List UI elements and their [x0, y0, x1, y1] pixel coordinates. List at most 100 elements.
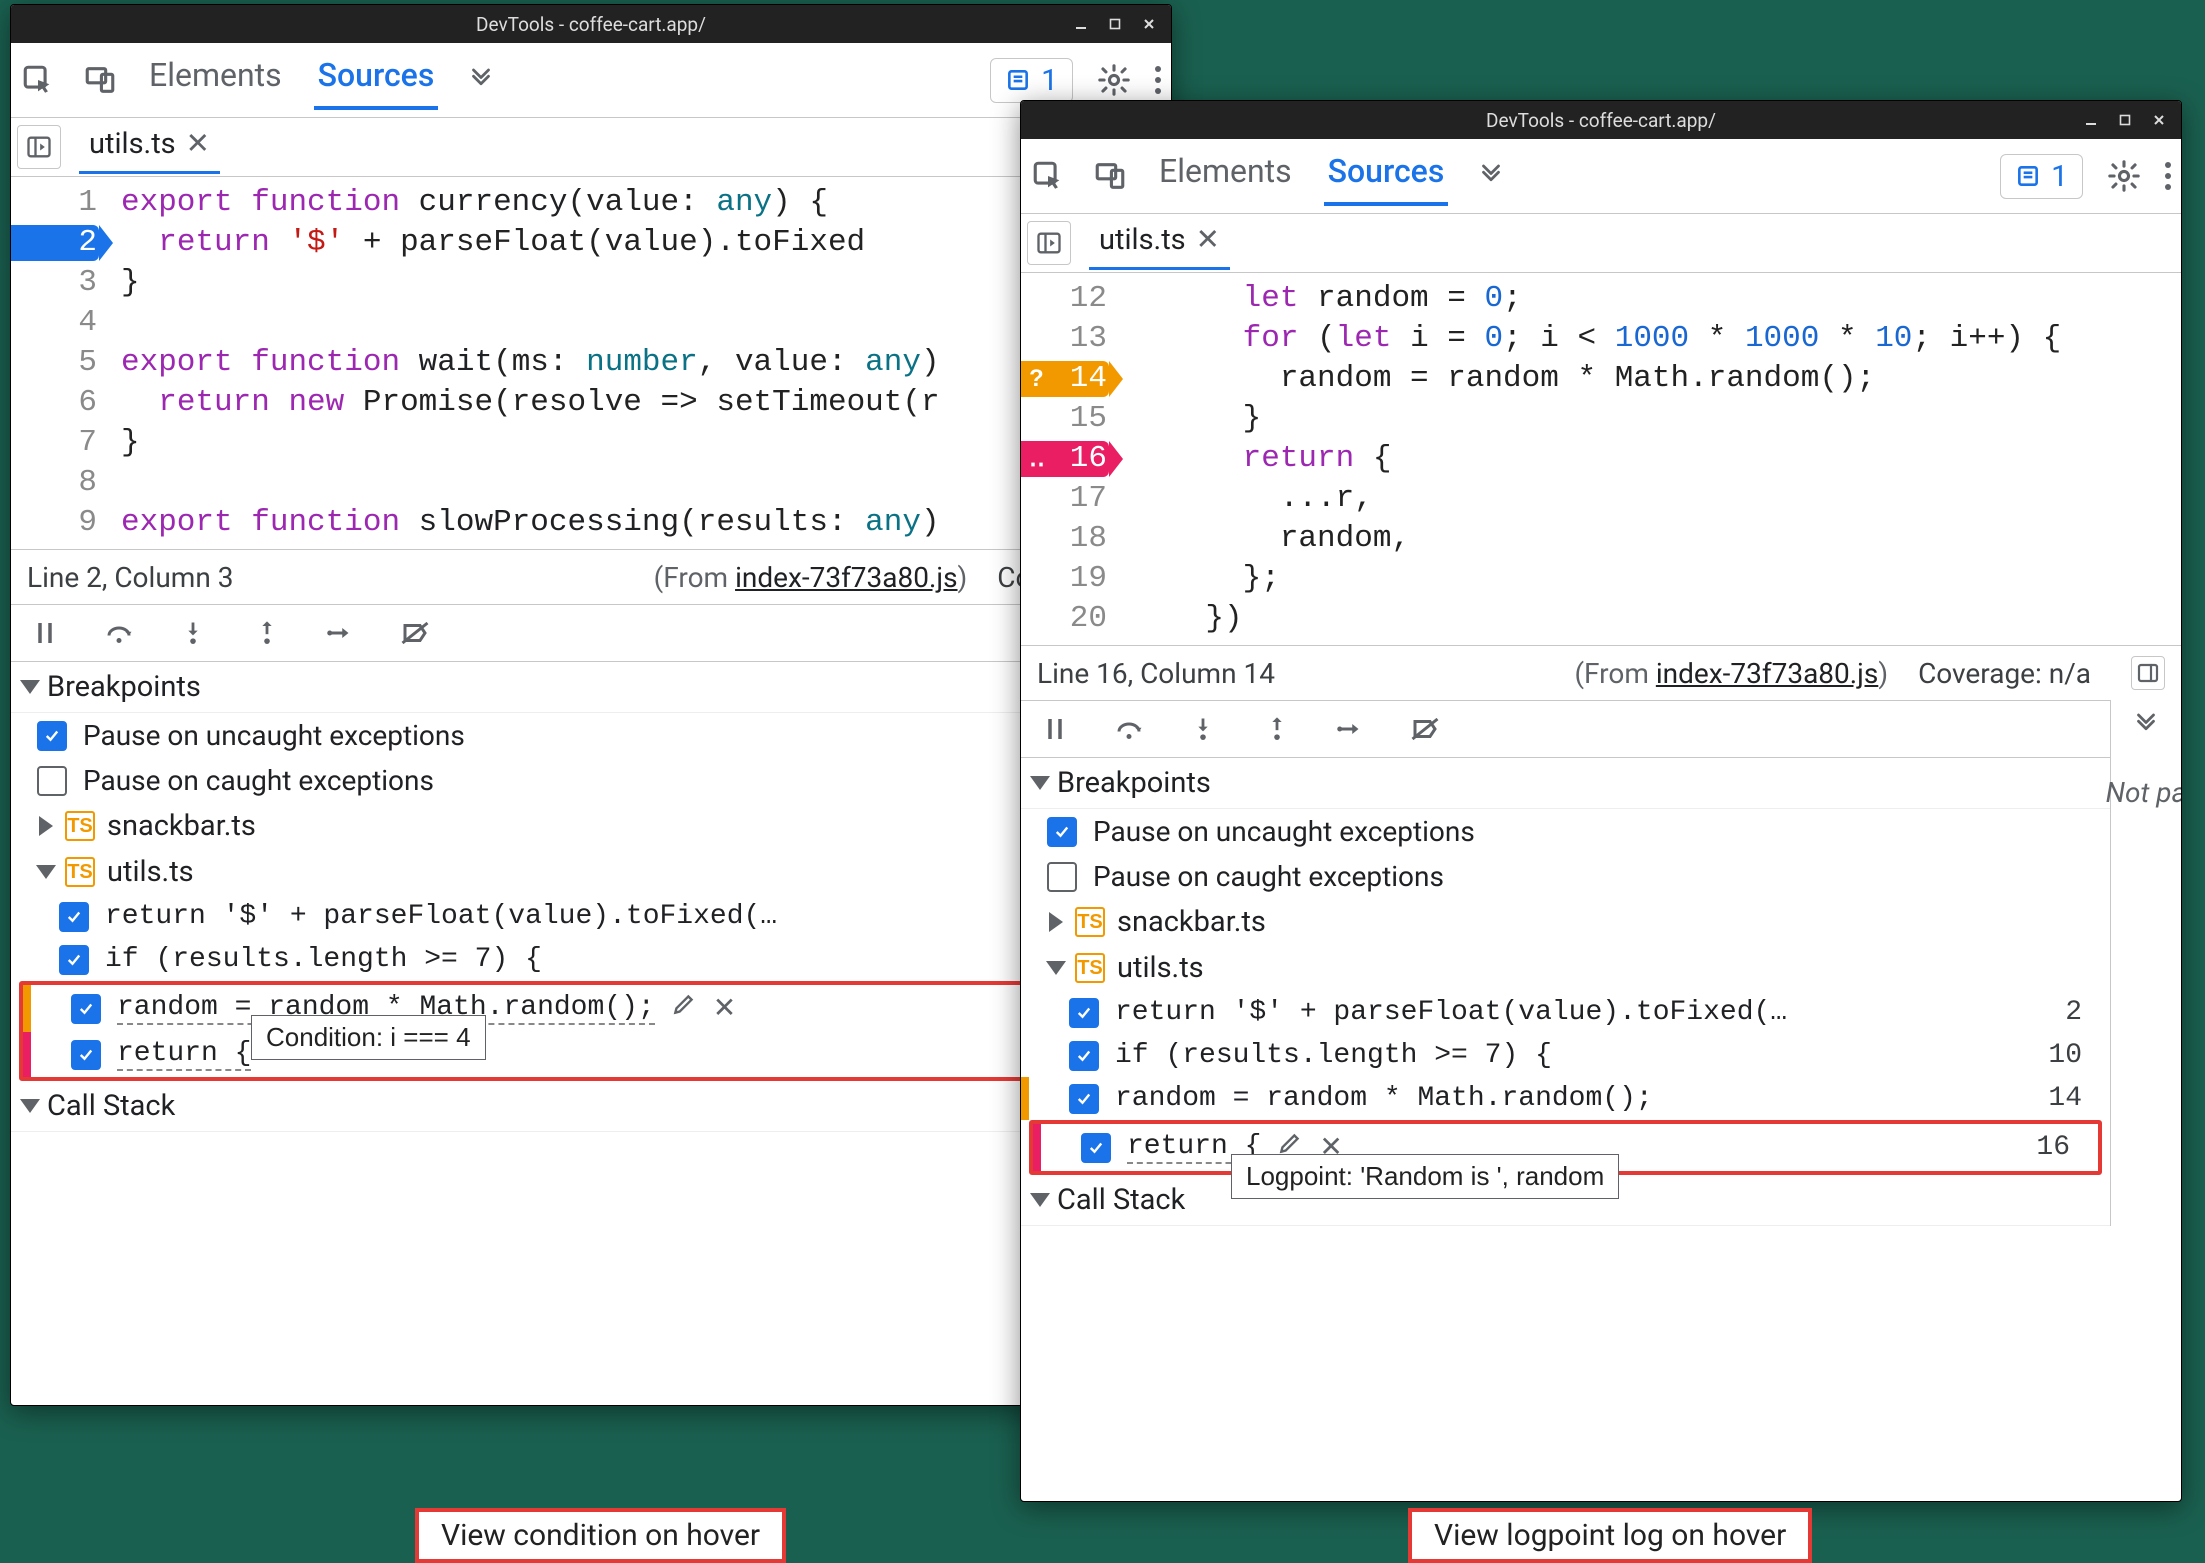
- code-editor[interactable]: 123456789export function currency(value:…: [11, 177, 1171, 549]
- breakpoint-row[interactable]: random = random * Math.random();✕14Condi…: [23, 985, 1159, 1032]
- step-over-button[interactable]: [99, 613, 139, 653]
- step-into-button[interactable]: [1183, 709, 1223, 749]
- inspect-icon[interactable]: [1031, 159, 1065, 193]
- breakpoints-panel: Breakpoints Pause on uncaught exceptions P…: [11, 662, 1171, 1132]
- file-tab-utils-ts[interactable]: utils.ts ✕: [1089, 216, 1230, 270]
- breakpoint-line: 10: [2048, 1040, 2092, 1071]
- kebab-menu-icon[interactable]: [1155, 66, 1161, 94]
- devtools-toolbar: Elements Sources 1: [1021, 139, 2181, 214]
- breakpoint-code: return '$' + parseFloat(value).toFixed(…: [1115, 997, 1787, 1028]
- kebab-menu-icon[interactable]: [2165, 162, 2171, 190]
- pause-button[interactable]: [1035, 709, 1075, 749]
- step-button[interactable]: [1331, 709, 1371, 749]
- tab-elements[interactable]: Elements: [1155, 146, 1296, 206]
- checkbox[interactable]: [1069, 998, 1099, 1028]
- hover-tooltip: Logpoint: 'Random is ', random: [1231, 1154, 1619, 1199]
- breakpoint-row[interactable]: random = random * Math.random();14: [1021, 1077, 2110, 1120]
- close-icon[interactable]: ✕: [186, 126, 210, 161]
- ts-file-icon: TS: [65, 857, 95, 887]
- caption-left: View condition on hover: [415, 1508, 786, 1563]
- breakpoint-row[interactable]: if (results.length >= 7) { 10: [1021, 1034, 2110, 1077]
- edit-icon[interactable]: [671, 991, 697, 1026]
- breakpoint-line: 14: [2048, 1083, 2092, 1114]
- deactivate-breakpoints-button[interactable]: [1405, 709, 1445, 749]
- cursor-position: Line 16, Column 14: [1037, 657, 1275, 690]
- window-titlebar[interactable]: DevTools - coffee-cart.app/: [11, 5, 1171, 43]
- close-icon[interactable]: ✕: [713, 991, 736, 1026]
- more-tabs-icon[interactable]: [466, 65, 496, 95]
- gear-icon[interactable]: [1097, 63, 1131, 97]
- step-into-button[interactable]: [173, 613, 213, 653]
- close-icon[interactable]: ✕: [1196, 222, 1220, 257]
- breakpoint-file-snackbar-ts[interactable]: TSsnackbar.ts: [1021, 899, 2110, 945]
- sidebar-toggle-icon[interactable]: [2131, 656, 2165, 690]
- pause-caught-label: Pause on caught exceptions: [83, 764, 434, 797]
- caption-right: View logpoint log on hover: [1408, 1508, 1812, 1563]
- window-minimize-button[interactable]: [2075, 107, 2107, 133]
- debugger-controls: [11, 604, 1171, 662]
- source-map-link[interactable]: index-73f73a80.js: [735, 561, 957, 594]
- pause-uncaught-label: Pause on uncaught exceptions: [83, 719, 465, 752]
- breakpoints-header[interactable]: Breakpoints: [1021, 758, 2110, 809]
- breakpoint-line: 16: [2036, 1132, 2080, 1163]
- window-maximize-button[interactable]: [2109, 107, 2141, 133]
- ts-file-icon: TS: [1075, 907, 1105, 937]
- toggle-navigator-button[interactable]: [1027, 221, 1071, 265]
- expand-sidepanel-icon[interactable]: [2131, 710, 2161, 740]
- code-editor[interactable]: 1213?1415‥1617181920 let random = 0; for…: [1021, 273, 2181, 645]
- checkbox[interactable]: [1081, 1133, 1111, 1163]
- tab-elements[interactable]: Elements: [145, 50, 286, 110]
- device-toggle-icon[interactable]: [83, 63, 117, 97]
- deactivate-breakpoints-button[interactable]: [395, 613, 435, 653]
- file-tab-label: utils.ts: [89, 127, 176, 161]
- checkbox[interactable]: [71, 1040, 101, 1070]
- step-out-button[interactable]: [247, 613, 287, 653]
- window-minimize-button[interactable]: [1065, 11, 1097, 37]
- checkbox[interactable]: [1047, 817, 1077, 847]
- breakpoints-panel: BreakpointsPause on uncaught exceptionsP…: [1021, 758, 2110, 1226]
- window-close-button[interactable]: [1133, 11, 1165, 37]
- callstack-header[interactable]: Call Stack: [11, 1081, 1171, 1132]
- toggle-navigator-button[interactable]: [17, 125, 61, 169]
- checkbox[interactable]: [59, 945, 89, 975]
- step-over-button[interactable]: [1109, 709, 1149, 749]
- step-button[interactable]: [321, 613, 361, 653]
- checkbox[interactable]: [1047, 862, 1077, 892]
- checkbox[interactable]: [1069, 1041, 1099, 1071]
- window-title: DevTools - coffee-cart.app/: [476, 13, 706, 36]
- file-tab-utils-ts[interactable]: utils.ts ✕: [79, 120, 220, 174]
- more-tabs-icon[interactable]: [1476, 161, 1506, 191]
- checkbox[interactable]: [1069, 1084, 1099, 1114]
- breakpoint-code: if (results.length >= 7) {: [1115, 1040, 1552, 1071]
- tab-sources[interactable]: Sources: [1324, 146, 1449, 206]
- breakpoint-row[interactable]: return '$' + parseFloat(value).toFixed(……: [11, 895, 1171, 938]
- window-close-button[interactable]: [2143, 107, 2175, 133]
- checkbox[interactable]: [37, 766, 67, 796]
- debugger-controls: [1021, 700, 2110, 758]
- source-map-link[interactable]: index-73f73a80.js: [1656, 657, 1878, 690]
- window-titlebar[interactable]: DevTools - coffee-cart.app/: [1021, 101, 2181, 139]
- breakpoint-file-utils-ts[interactable]: TSutils.ts: [11, 849, 1171, 895]
- devtools-toolbar: Elements Sources 1: [11, 43, 1171, 118]
- pause-button[interactable]: [25, 613, 65, 653]
- breakpoints-header[interactable]: Breakpoints: [11, 662, 1171, 713]
- window-maximize-button[interactable]: [1099, 11, 1131, 37]
- step-out-button[interactable]: [1257, 709, 1297, 749]
- issues-button[interactable]: 1: [2000, 154, 2083, 199]
- breakpoint-row[interactable]: if (results.length >= 7) {10: [11, 938, 1171, 981]
- gear-icon[interactable]: [2107, 159, 2141, 193]
- breakpoint-row[interactable]: return {16: [23, 1032, 1159, 1077]
- breakpoint-row[interactable]: return {✕16Logpoint: 'Random is ', rando…: [1033, 1124, 2098, 1171]
- breakpoint-code: return {: [117, 1038, 251, 1071]
- breakpoint-file-snackbar-ts[interactable]: TSsnackbar.ts: [11, 803, 1171, 849]
- pause-caught-label: Pause on caught exceptions: [1093, 860, 1444, 893]
- issues-button[interactable]: 1: [990, 58, 1073, 103]
- breakpoint-file-utils-ts[interactable]: TSutils.ts: [1021, 945, 2110, 991]
- checkbox[interactable]: [37, 721, 67, 751]
- checkbox[interactable]: [71, 994, 101, 1024]
- breakpoint-row[interactable]: return '$' + parseFloat(value).toFixed(……: [1021, 991, 2110, 1034]
- inspect-icon[interactable]: [21, 63, 55, 97]
- tab-sources[interactable]: Sources: [314, 50, 439, 110]
- device-toggle-icon[interactable]: [1093, 159, 1127, 193]
- checkbox[interactable]: [59, 902, 89, 932]
